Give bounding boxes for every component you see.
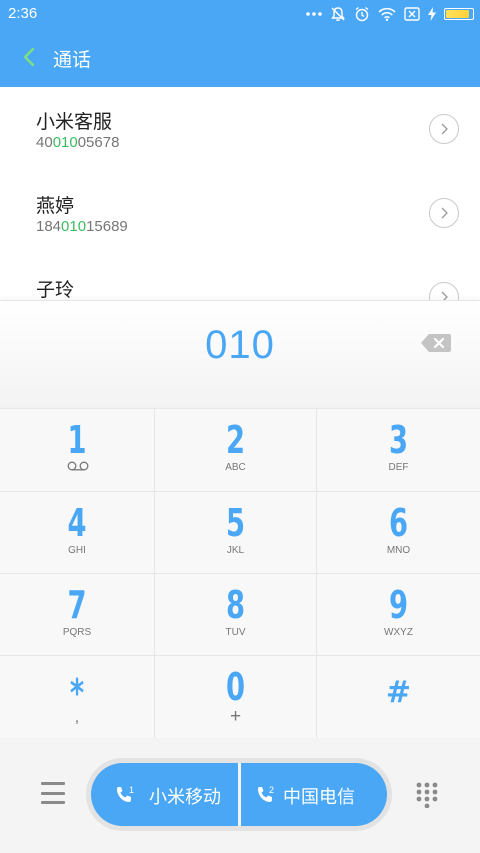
key-5[interactable]: 5 JKL [155,492,317,574]
key-2[interactable]: 2 ABC [155,409,317,492]
battery-fill [446,10,470,18]
key-4[interactable]: 4 GHI [0,492,155,574]
voicemail-icon [67,461,89,471]
status-time: 2:36 [8,5,38,22]
bottom-bar: 1 小米移动 2 中国电信 [0,738,480,853]
key-digit: 6 [388,501,409,545]
backspace-icon [421,334,451,352]
key-letters: JKL [226,545,245,556]
contact-name: 燕婷 [36,196,75,217]
chevron-left-icon [23,47,35,67]
back-button[interactable] [14,42,44,72]
key-digit: 7 [67,583,87,627]
status-bar: 2:36 [0,0,480,28]
mute-icon [331,7,345,21]
key-digit: 9 [388,583,409,627]
key-7[interactable]: 7 PQRS [0,574,155,656]
key-6[interactable]: 6 MNO [317,492,480,574]
number-match: 010 [52,134,78,151]
contact-row[interactable]: 子玲 [0,255,480,300]
key-symbol: , [74,709,80,726]
key-letters: PQRS [62,627,92,638]
key-letters: GHI [68,545,86,556]
phone-sim1-icon: 1 [117,785,134,802]
sim1-index: 1 [129,785,134,795]
sim1-label: 小米移动 [149,787,221,807]
contact-detail-button[interactable] [429,198,459,228]
contact-number: 4001005678 [36,134,119,151]
battery-icon [444,8,474,20]
backspace-button[interactable] [420,332,452,354]
keypad: 1 2 ABC 3 DEF 4 GHI 5 JKL 6 MNO 7 PQRS 8… [0,408,480,739]
key-digit: 4 [67,501,87,545]
contact-detail-button[interactable] [429,114,459,144]
menu-icon[interactable] [41,782,65,804]
key-digit: 3 [388,418,409,462]
key-digit: 5 [225,501,246,545]
number-match: 010 [61,218,87,235]
more-dots-icon [306,12,322,16]
key-0[interactable]: 0 + [155,656,317,739]
key-digit: # [385,675,412,710]
number-prefix: 184 [36,218,62,235]
contact-row[interactable]: 小米客服 4001005678 [0,87,480,171]
status-icons [306,4,474,24]
charging-icon [428,7,436,21]
dialpad-icon[interactable] [416,782,438,808]
key-letters: DEF [388,462,409,473]
call-sim1-button[interactable]: 1 小米移动 [91,763,238,826]
key-8[interactable]: 8 TUV [155,574,317,656]
page-title: 通话 [53,50,92,71]
dialed-number[interactable]: 010 [0,323,480,368]
sim2-index: 2 [269,785,274,795]
wifi-icon [378,7,396,21]
number-prefix: 40 [36,134,53,151]
key-9[interactable]: 9 WXYZ [317,574,480,656]
key-letters: WXYZ [384,627,413,638]
key-digit: 2 [225,418,246,462]
sim2-label: 中国电信 [283,787,355,807]
number-suffix: 05678 [77,134,120,151]
key-digit: 1 [67,418,87,462]
app-header: 通话 [0,28,480,87]
key-letters: TUV [225,627,246,638]
key-1[interactable]: 1 [0,409,155,492]
contact-name: 小米客服 [36,112,113,133]
contact-name: 子玲 [36,280,75,300]
contact-row[interactable]: 燕婷 18401015689 [0,171,480,255]
key-letters: ABC [225,462,246,473]
contact-number: 18401015689 [36,218,128,235]
key-star[interactable]: * , [0,656,155,739]
key-hash[interactable]: # [317,656,480,739]
key-digit: 0 [225,665,246,709]
chevron-right-icon [441,207,448,219]
key-digit: * [69,671,85,715]
no-sim-icon [404,7,420,21]
call-buttons: 1 小米移动 2 中国电信 [86,758,392,831]
chevron-right-icon [441,123,448,135]
alarm-icon [355,6,369,22]
contact-detail-button[interactable] [429,282,459,300]
key-3[interactable]: 3 DEF [317,409,480,492]
call-sim2-button[interactable]: 2 中国电信 [241,763,387,826]
dial-display: 010 [0,300,480,408]
key-letters: MNO [386,545,411,556]
contact-match-list: 小米客服 4001005678 燕婷 18401015689 子玲 [0,87,480,300]
key-symbol: + [229,706,242,727]
chevron-right-icon [441,291,448,300]
key-digit: 8 [225,583,246,627]
number-suffix: 15689 [86,218,128,235]
phone-sim2-icon: 2 [258,785,274,802]
